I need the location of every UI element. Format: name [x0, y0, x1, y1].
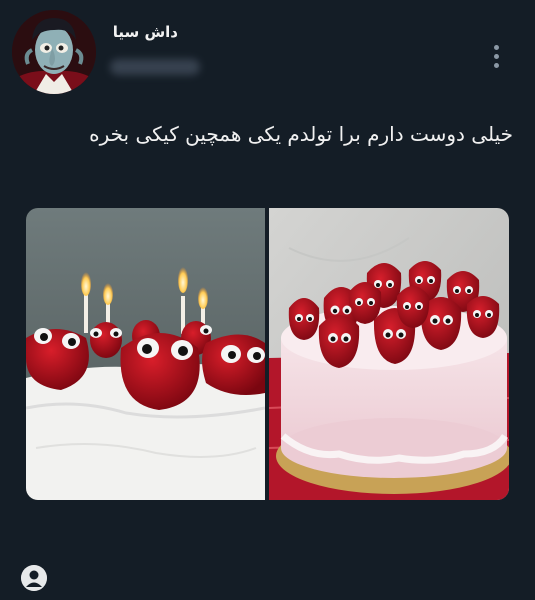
post-image-2[interactable] [269, 208, 509, 500]
author-handle-redacted [110, 59, 200, 75]
more-options-button[interactable] [485, 41, 507, 71]
account-icon [21, 565, 47, 591]
cartoon-avatar-icon [12, 10, 96, 94]
post-image-1[interactable] [26, 208, 265, 500]
post-text: خیلی دوست دارم برا تولدم یکی همچین کیکی … [89, 122, 513, 146]
post-card: داش سیا خیلی دوست دارم برا تولدم یکی همچ… [0, 0, 535, 600]
author-avatar[interactable] [12, 10, 96, 94]
more-vertical-icon-dot [493, 53, 499, 59]
more-vertical-icon-dot [493, 62, 499, 68]
more-vertical-icon [493, 44, 499, 50]
author-display-name[interactable]: داش سیا [113, 23, 178, 41]
account-button[interactable] [21, 565, 47, 591]
